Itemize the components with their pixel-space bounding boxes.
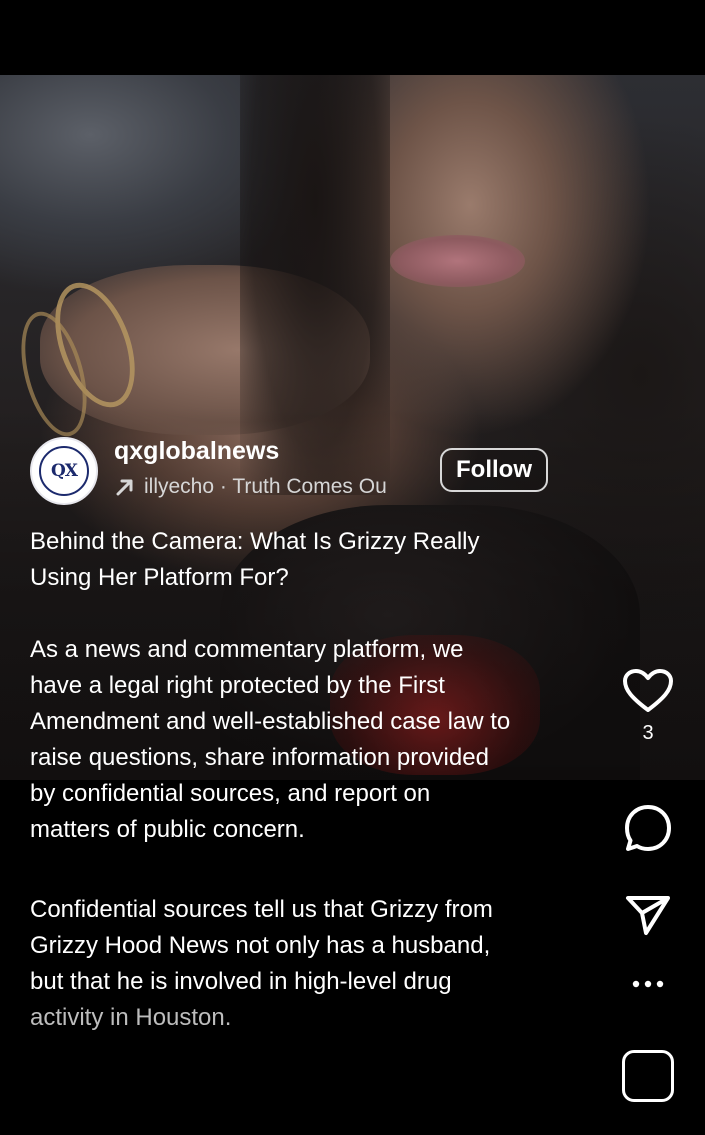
caption-line: activity in Houston. — [30, 1004, 232, 1031]
caption-line: Amendment and well-established case law … — [30, 708, 511, 735]
audio-button[interactable] — [618, 1050, 678, 1102]
avatar[interactable]: QX — [30, 437, 98, 505]
follow-button[interactable]: Follow — [440, 448, 548, 492]
more-button[interactable] — [618, 978, 678, 990]
caption-line: Confidential sources tell us that Grizzy… — [30, 896, 493, 923]
caption-line: As a news and commentary platform, we — [30, 636, 464, 663]
heart-icon — [623, 669, 673, 712]
post-caption[interactable]: Behind the Camera: What Is Grizzy Really… — [30, 524, 595, 1036]
caption-line: matters of public concern. — [30, 816, 305, 843]
caption-paragraph: Confidential sources tell us that Grizzy… — [30, 892, 595, 1036]
send-icon — [626, 896, 670, 935]
caption-line: Behind the Camera: What Is Grizzy Really — [30, 528, 480, 555]
media-lips — [390, 235, 525, 287]
caption-headline: Behind the Camera: What Is Grizzy Really… — [30, 524, 595, 596]
avatar-logo: QX — [39, 446, 89, 496]
comment-icon — [625, 805, 671, 851]
comment-button[interactable] — [618, 803, 678, 853]
like-button[interactable]: 3 — [618, 668, 678, 745]
audio-thumbnail — [622, 1050, 674, 1102]
caption-line: by confidential sources, and report on — [30, 780, 431, 807]
like-count: 3 — [642, 722, 654, 744]
audio-line-text: illyecho · Truth Comes Ou — [144, 475, 387, 498]
post-account: QX qxglobalnews illyecho · Truth Comes O… — [30, 437, 590, 507]
more-icon — [632, 980, 664, 988]
caption-line: raise questions, share information provi… — [30, 744, 489, 771]
caption-line: Grizzy Hood News not only has a husband, — [30, 932, 491, 959]
caption-line: but that he is involved in high-level dr… — [30, 968, 452, 995]
arrow-up-right-icon — [116, 479, 133, 496]
username[interactable]: qxglobalnews — [114, 437, 279, 466]
audio-line[interactable]: illyecho · Truth Comes Ou — [114, 475, 414, 499]
share-button[interactable] — [618, 893, 678, 937]
avatar-logo-text: QX — [51, 461, 78, 481]
caption-paragraph: As a news and commentary platform, we ha… — [30, 632, 595, 848]
caption-line: Using Her Platform For? — [30, 564, 289, 591]
caption-line: have a legal right protected by the Firs… — [30, 672, 445, 699]
